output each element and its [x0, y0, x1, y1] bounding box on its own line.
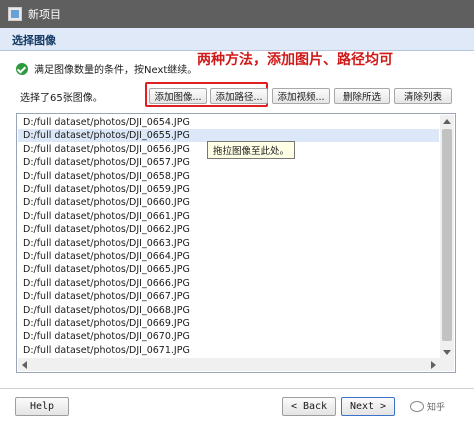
file-list-item[interactable]: D:/full dataset/photos/DJI_0668.JPG	[23, 304, 190, 317]
file-list-item[interactable]: D:/full dataset/photos/DJI_0670.JPG	[23, 330, 190, 343]
next-button[interactable]: Next >	[341, 397, 395, 416]
image-count-label: 选择了65张图像。	[20, 93, 103, 104]
page-title: 选择图像	[12, 34, 56, 47]
file-list-item[interactable]: D:/full dataset/photos/DJI_0657.JPG	[23, 156, 190, 169]
file-list-item[interactable]: D:/full dataset/photos/DJI_0665.JPG	[23, 263, 190, 276]
window-title: 新项目	[28, 8, 61, 21]
watermark-logo-icon	[410, 401, 424, 412]
drop-hint-tooltip: 拖拉图像至此处。	[207, 141, 296, 159]
scroll-down-icon[interactable]	[443, 350, 451, 355]
file-list-item[interactable]: D:/full dataset/photos/DJI_0664.JPG	[23, 250, 190, 263]
file-list-item[interactable]: D:/full dataset/photos/DJI_0661.JPG	[23, 210, 190, 223]
clear-list-button[interactable]: 清除列表	[394, 88, 452, 104]
title-bar: 新项目	[0, 0, 474, 28]
file-list-item[interactable]: D:/full dataset/photos/DJI_0654.JPG	[23, 116, 190, 129]
scrollbar-thumb[interactable]	[442, 129, 452, 341]
instruction-text: 满足图像数量的条件，按Next继续。	[34, 65, 198, 76]
watermark: 知乎	[410, 400, 445, 413]
back-button[interactable]: < Back	[282, 397, 336, 416]
horizontal-scrollbar[interactable]	[18, 358, 454, 371]
scroll-right-icon[interactable]	[431, 361, 436, 369]
check-icon	[16, 62, 28, 75]
header-band: 选择图像	[0, 28, 474, 51]
file-list-item[interactable]: D:/full dataset/photos/DJI_0658.JPG	[23, 170, 190, 183]
add-video-button[interactable]: 添加视频...	[272, 88, 330, 104]
remove-selected-button[interactable]: 删除所选	[334, 88, 390, 104]
vertical-scrollbar[interactable]	[440, 115, 454, 359]
help-button[interactable]: Help	[15, 397, 69, 416]
file-list-item[interactable]: D:/full dataset/photos/DJI_0669.JPG	[23, 317, 190, 330]
footer-divider	[0, 388, 474, 389]
instruction-row: 满足图像数量的条件，按Next继续。	[16, 61, 197, 76]
app-icon	[8, 7, 22, 21]
file-list-item[interactable]: D:/full dataset/photos/DJI_0671.JPG	[23, 344, 190, 357]
file-list-item[interactable]: D:/full dataset/photos/DJI_0667.JPG	[23, 290, 190, 303]
file-list-item[interactable]: D:/full dataset/photos/DJI_0663.JPG	[23, 237, 190, 250]
annotation-text: 两种方法，添加图片、路径均可	[197, 52, 393, 68]
file-list-item[interactable]: D:/full dataset/photos/DJI_0656.JPG	[23, 143, 190, 156]
file-list-item[interactable]: D:/full dataset/photos/DJI_0659.JPG	[23, 183, 190, 196]
add-images-button[interactable]: 添加图像...	[149, 88, 207, 104]
scroll-left-icon[interactable]	[22, 361, 27, 369]
file-list-item[interactable]: D:/full dataset/photos/DJI_0660.JPG	[23, 196, 190, 209]
watermark-text: 知乎	[427, 403, 446, 413]
file-list-item[interactable]: D:/full dataset/photos/DJI_0666.JPG	[23, 277, 190, 290]
scroll-up-icon[interactable]	[443, 119, 451, 124]
add-path-button[interactable]: 添加路径...	[210, 88, 268, 104]
file-list-item[interactable]: D:/full dataset/photos/DJI_0662.JPG	[23, 223, 190, 236]
